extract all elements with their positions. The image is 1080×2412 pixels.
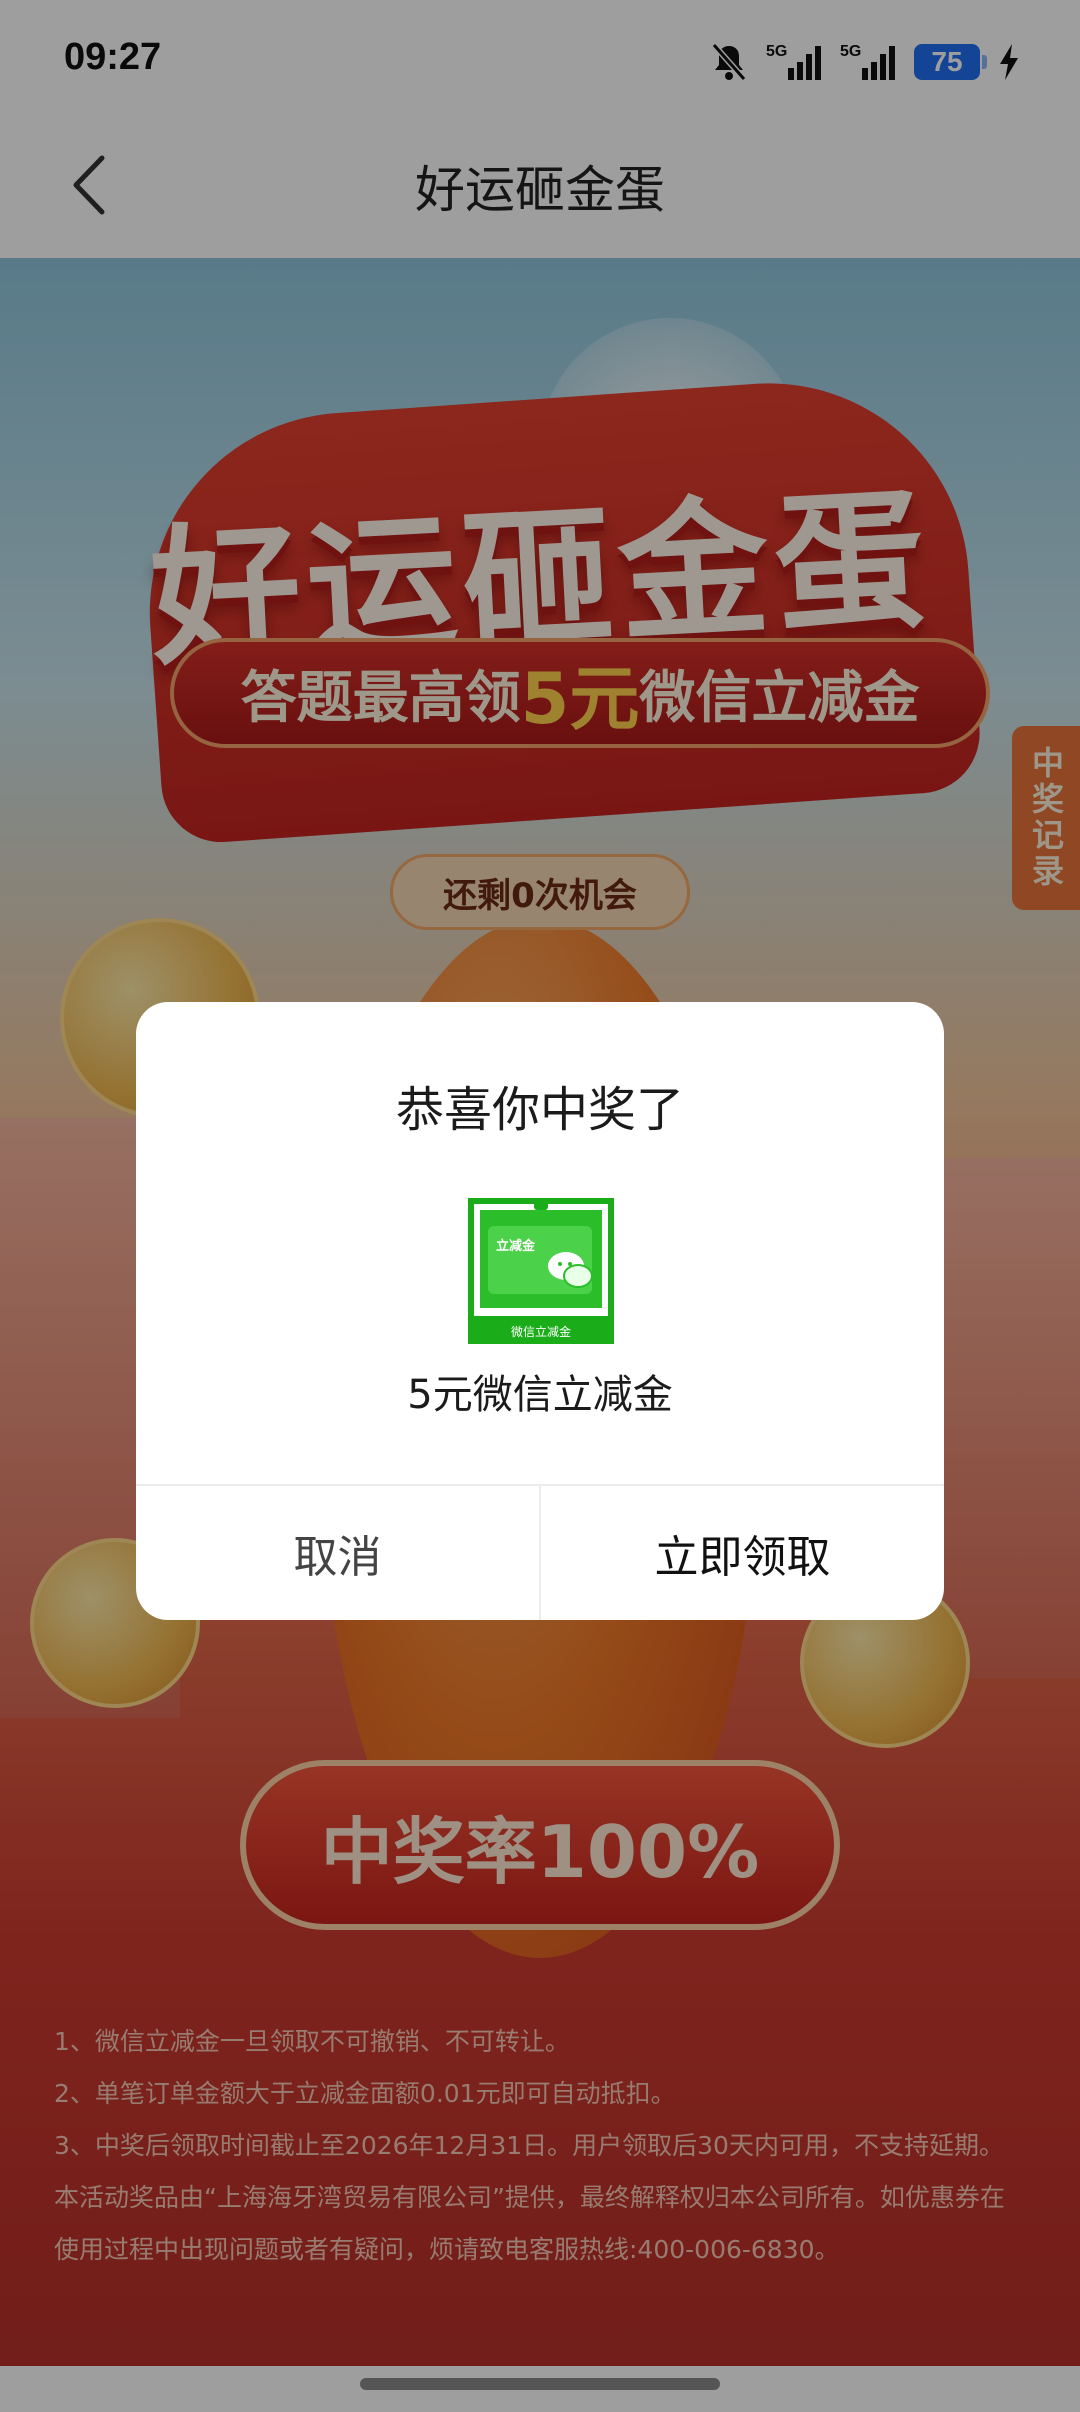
- prize-name: 5元微信立减金: [407, 1372, 673, 1418]
- home-indicator[interactable]: [360, 2378, 720, 2390]
- prize-dialog: 恭喜你中奖了 立减金 微信立减金 5元微信立减金 取消 立即领取: [136, 1002, 944, 1620]
- wechat-voucher-icon: 立减金 微信立减金: [466, 1196, 616, 1346]
- claim-now-button[interactable]: 立即领取: [541, 1486, 944, 1620]
- cancel-button[interactable]: 取消: [136, 1486, 541, 1620]
- svg-text:微信立减金: 微信立减金: [511, 1324, 571, 1339]
- svg-text:立减金: 立减金: [496, 1238, 536, 1254]
- dialog-title: 恭喜你中奖了: [395, 1082, 684, 1138]
- dialog-actions: 取消 立即领取: [136, 1484, 944, 1620]
